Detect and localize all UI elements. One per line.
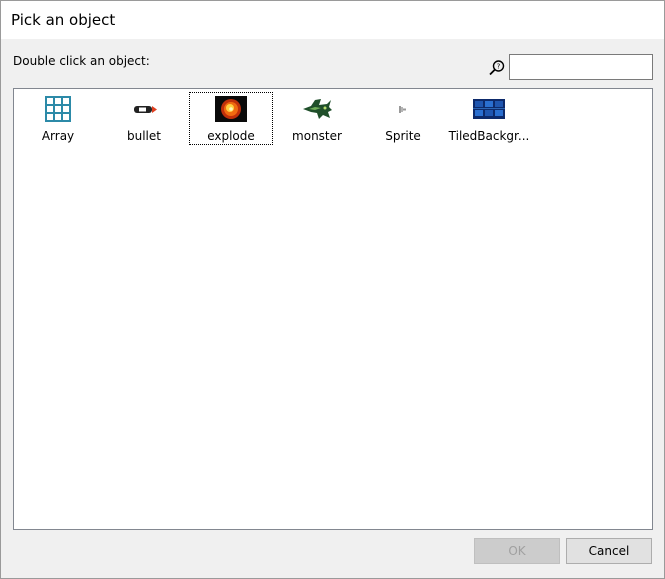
explosion-icon xyxy=(215,96,247,122)
pick-object-dialog: Pick an object Double click an object: ?… xyxy=(0,0,665,579)
ok-button[interactable]: OK xyxy=(474,538,560,564)
object-label: Array xyxy=(41,129,75,143)
sprite-icon xyxy=(399,106,406,113)
object-item-bullet[interactable]: bullet xyxy=(102,92,186,145)
monster-icon xyxy=(303,99,332,119)
dialog-title: Pick an object xyxy=(11,11,116,29)
object-label: TiledBackgr... xyxy=(448,129,530,143)
array-grid-icon xyxy=(45,96,71,122)
object-item-sprite[interactable]: Sprite xyxy=(361,92,445,145)
object-item-monster[interactable]: monster xyxy=(275,92,359,145)
title-bar: Pick an object xyxy=(1,1,664,39)
object-label: Sprite xyxy=(385,129,421,143)
object-item-array[interactable]: Array xyxy=(16,92,100,145)
object-item-explode[interactable]: explode xyxy=(189,92,273,145)
object-label: bullet xyxy=(127,129,161,143)
object-label: monster xyxy=(292,129,342,143)
object-item-tiled-background[interactable]: TiledBackgr... xyxy=(447,92,531,145)
cancel-button[interactable]: Cancel xyxy=(566,538,652,564)
object-list[interactable]: Array bullet explode monster Sprite Tile… xyxy=(13,88,653,530)
svg-text:?: ? xyxy=(497,63,501,71)
bullet-icon xyxy=(134,106,157,113)
tiled-background-icon xyxy=(473,99,505,119)
object-label: explode xyxy=(207,129,255,143)
instruction-label: Double click an object: xyxy=(13,54,150,68)
search-input[interactable] xyxy=(509,54,653,80)
search-icon: ? xyxy=(489,60,505,76)
